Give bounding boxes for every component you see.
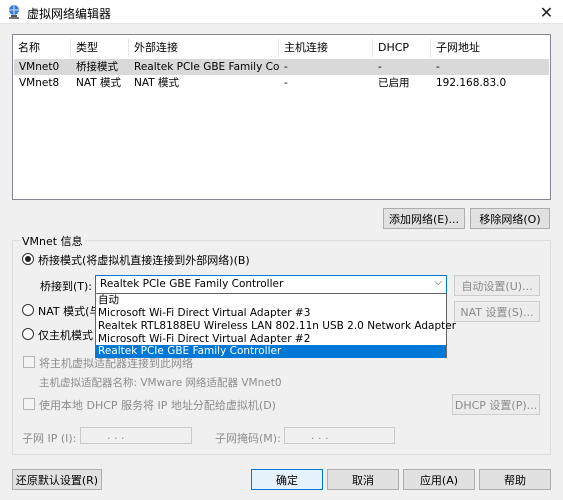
- connect-host-adapter-checkbox[interactable]: [23, 356, 35, 368]
- nat-mode-label: NAT 模式(与: [38, 305, 101, 318]
- cell-subnet: -: [436, 61, 440, 73]
- column-header-dhcp[interactable]: DHCP: [373, 39, 431, 57]
- host-adapter-name: 主机虚拟适配器名称: VMware 网络适配器 VMnet0: [39, 377, 282, 389]
- dropdown-option-wifi-direct-3[interactable]: Microsoft Wi-Fi Direct Virtual Adapter #…: [96, 307, 446, 320]
- column-header-subnet[interactable]: 子网地址: [431, 39, 549, 57]
- cell-dhcp: 已启用: [378, 77, 410, 89]
- cell-type: 桥接模式: [76, 61, 118, 73]
- mask-separators: . . .: [311, 429, 329, 442]
- dropdown-option-rtl8188eu[interactable]: Realtek RTL8188EU Wireless LAN 802.11n U…: [96, 320, 456, 333]
- use-dhcp-checkbox[interactable]: [23, 398, 35, 410]
- help-button[interactable]: 帮助: [479, 469, 551, 490]
- cell-name: VMnet8: [19, 77, 60, 89]
- column-header-name[interactable]: 名称: [13, 39, 71, 57]
- host-only-radio[interactable]: [22, 328, 34, 340]
- table-row[interactable]: VMnet0 桥接模式 Realtek PCIe GBE Family Co..…: [14, 59, 549, 75]
- subnet-ip-input[interactable]: . . .: [80, 427, 192, 444]
- bridged-mode-radio[interactable]: [22, 253, 34, 265]
- use-dhcp-label: 使用本地 DHCP 服务将 IP 地址分配给虚拟机(D): [39, 399, 276, 412]
- subnet-ip-label: 子网 IP (I):: [22, 432, 77, 445]
- dropdown-option-auto[interactable]: 自动: [96, 294, 446, 307]
- close-button[interactable]: ✕: [530, 0, 563, 24]
- subnet-mask-label: 子网掩码(M):: [215, 432, 281, 445]
- close-icon: ✕: [539, 2, 554, 22]
- window-title: 虚拟网络编辑器: [27, 7, 112, 21]
- table-row[interactable]: VMnet8 NAT 模式 NAT 模式 - 已启用 192.168.83.0: [14, 75, 549, 91]
- cell-dhcp: -: [378, 61, 382, 73]
- host-only-label: 仅主机模式: [38, 329, 93, 342]
- nat-mode-radio[interactable]: [22, 304, 34, 316]
- chevron-down-icon[interactable]: ⌵: [434, 277, 442, 288]
- title-bar: 虚拟网络编辑器 ✕: [0, 0, 563, 24]
- cell-host: -: [284, 61, 288, 73]
- column-header-type[interactable]: 类型: [71, 39, 129, 57]
- bridge-to-select[interactable]: Realtek PCIe GBE Family Controller ⌵: [95, 275, 447, 294]
- cell-host: -: [284, 77, 288, 89]
- cell-name: VMnet0: [19, 61, 60, 73]
- add-network-button[interactable]: 添加网络(E)...: [383, 208, 465, 229]
- network-globe-icon: [9, 5, 19, 19]
- apply-button[interactable]: 应用(A): [403, 469, 475, 490]
- bridge-to-selected-value: Realtek PCIe GBE Family Controller: [100, 278, 284, 290]
- subnet-mask-input[interactable]: . . .: [284, 427, 395, 444]
- cell-external: NAT 模式: [134, 77, 179, 89]
- remove-network-button[interactable]: 移除网络(O): [470, 208, 550, 229]
- column-header-external[interactable]: 外部连接: [129, 39, 279, 57]
- ip-separators: . . .: [107, 429, 125, 442]
- dropdown-option-realtek-gbe[interactable]: Realtek PCIe GBE Family Controller: [96, 345, 446, 358]
- network-list[interactable]: 名称 类型 外部连接 主机连接 DHCP 子网地址 VMnet0 桥接模式 Re…: [12, 34, 551, 200]
- restore-defaults-button[interactable]: 还原默认设置(R): [12, 469, 102, 490]
- bridged-mode-label: 桥接模式(将虚拟机直接连接到外部网络)(B): [38, 254, 250, 267]
- auto-settings-button[interactable]: 自动设置(U)...: [454, 275, 540, 296]
- ok-button[interactable]: 确定: [251, 469, 323, 490]
- column-header-host[interactable]: 主机连接: [279, 39, 373, 57]
- cell-subnet: 192.168.83.0: [436, 77, 507, 89]
- dhcp-settings-button[interactable]: DHCP 设置(P)...: [452, 394, 540, 415]
- bridge-to-label: 桥接到(T):: [40, 280, 93, 293]
- nat-settings-button[interactable]: NAT 设置(S)...: [454, 301, 540, 322]
- cell-type: NAT 模式: [76, 77, 121, 89]
- cell-external: Realtek PCIe GBE Family Co...: [134, 61, 279, 73]
- cancel-button[interactable]: 取消: [327, 469, 399, 490]
- vmnet-info-label: VMnet 信息: [20, 233, 85, 249]
- bridge-to-dropdown[interactable]: 自动 Microsoft Wi-Fi Direct Virtual Adapte…: [95, 293, 456, 358]
